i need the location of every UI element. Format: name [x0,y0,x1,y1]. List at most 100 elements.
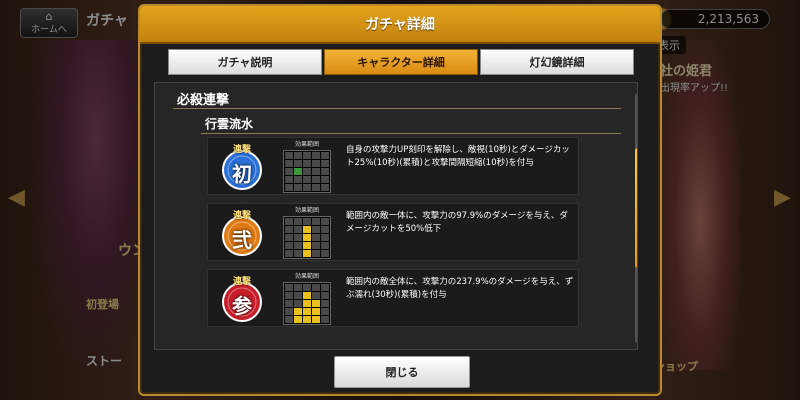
effect-range-grid [283,150,331,193]
range-cell [285,308,293,315]
range-cell [321,176,329,183]
range-cell [321,316,329,323]
gacha-detail-dialog: ガチャ詳細 ガチャ説明 キャラクター詳細 灯幻鏡詳細 必殺連撃 行雲流水 連撃初… [138,4,662,396]
range-cell [321,300,329,307]
effect-range: 効果範囲 [280,207,334,259]
skill-description: 範囲内の敵一体に、攻撃力の97.9%のダメージを与え、ダメージカットを50%低下 [346,211,568,234]
range-cell [303,284,311,291]
range-cell [303,292,311,299]
combo-badge-label: 連撃 [232,145,251,155]
range-cell [303,308,311,315]
range-cell [294,176,302,183]
range-cell [321,284,329,291]
sub-divider [201,133,621,134]
range-cell [321,168,329,175]
range-cell [294,226,302,233]
skill-description: 範囲内の敵全体に、攻撃力の237.9%のダメージを与え、ずぶ濡れ(30秒)(累積… [346,277,574,300]
effect-range: 効果範囲 [280,273,334,325]
combo-badge-label: 連撃 [232,211,251,221]
dialog-title: ガチャ詳細 [140,6,660,44]
range-cell [312,218,320,225]
range-cell [312,226,320,233]
range-cell [303,234,311,241]
tab-gacha-description[interactable]: ガチャ説明 [168,49,322,75]
range-cell [285,168,293,175]
range-cell [294,316,302,323]
skill-description: 自身の攻撃力UP刻印を解除し、敵視(10秒)とダメージカット25%(10秒)(累… [346,145,570,168]
range-cell [321,226,329,233]
range-cell [321,234,329,241]
skill-row: 連撃初 効果範囲自身の攻撃力UP刻印を解除し、敵視(10秒)とダメージカット25%… [207,137,579,195]
range-cell [294,242,302,249]
range-cell [321,160,329,167]
range-cell [321,152,329,159]
close-button[interactable]: 閉じる [334,356,470,388]
range-cell [294,250,302,257]
range-cell [312,316,320,323]
range-cell [285,184,293,191]
section-divider [173,108,621,109]
range-cell [312,176,320,183]
range-cell [321,308,329,315]
scrollbar[interactable] [635,93,637,343]
range-cell [285,316,293,323]
tab-character-details[interactable]: キャラクター詳細 [324,49,478,75]
range-cell [294,160,302,167]
effect-range-grid [283,282,331,325]
range-cell [312,160,320,167]
range-cell [294,300,302,307]
effect-range-label: 効果範囲 [294,207,319,214]
range-cell [285,152,293,159]
range-cell [321,292,329,299]
range-cell [285,176,293,183]
combo-badge-char: 弐 [232,228,252,252]
range-cell [303,160,311,167]
range-cell [312,308,320,315]
combo-badge-char: 初 [232,162,252,186]
combo-badge-char: 参 [232,294,252,318]
range-cell [312,242,320,249]
range-cell [294,218,302,225]
combo-badge-icon: 連撃参 [216,274,268,324]
range-cell [321,242,329,249]
range-cell [285,160,293,167]
range-cell [312,152,320,159]
effect-range: 効果範囲 [280,141,334,193]
skill-row: 連撃参 効果範囲 範囲内の敵全体に、攻撃力の237.9%のダメージを与え、ずぶ濡れ(… [207,269,579,327]
range-cell [294,284,302,291]
range-cell [321,250,329,257]
range-cell [312,234,320,241]
range-cell [285,300,293,307]
range-cell [312,284,320,291]
range-cell [303,316,311,323]
tab-bar: ガチャ説明 キャラクター詳細 灯幻鏡詳細 [168,49,634,75]
range-cell [303,176,311,183]
range-cell [303,184,311,191]
skill-row: 連撃弐 効果範囲範囲内の敵一体に、攻撃力の97.9%のダメージを与え、ダメージカッ… [207,203,579,261]
skill-name: 行雲流水 [205,117,254,131]
tab-mirror-details[interactable]: 灯幻鏡詳細 [480,49,634,75]
scroll-thumb[interactable] [635,148,637,268]
range-cell [303,242,311,249]
range-cell [303,250,311,257]
combo-badge-icon: 連撃初 [216,142,268,192]
range-cell [294,168,302,175]
range-cell [303,226,311,233]
range-cell [285,218,293,225]
effect-range-grid [283,216,331,259]
range-cell [321,218,329,225]
content-panel: 必殺連撃 行雲流水 連撃初効果範囲 自身の攻撃力UP刻印を解除し、敵視(10秒)と… [154,82,638,350]
range-cell [294,292,302,299]
range-cell [294,234,302,241]
effect-range-label: 効果範囲 [294,141,319,148]
range-cell [303,300,311,307]
range-cell [294,308,302,315]
combo-badge-label: 連撃 [232,277,251,287]
range-cell [312,250,320,257]
range-cell [285,234,293,241]
range-cell [303,168,311,175]
range-cell [312,300,320,307]
range-cell [312,292,320,299]
range-cell [303,218,311,225]
range-cell [285,250,293,257]
